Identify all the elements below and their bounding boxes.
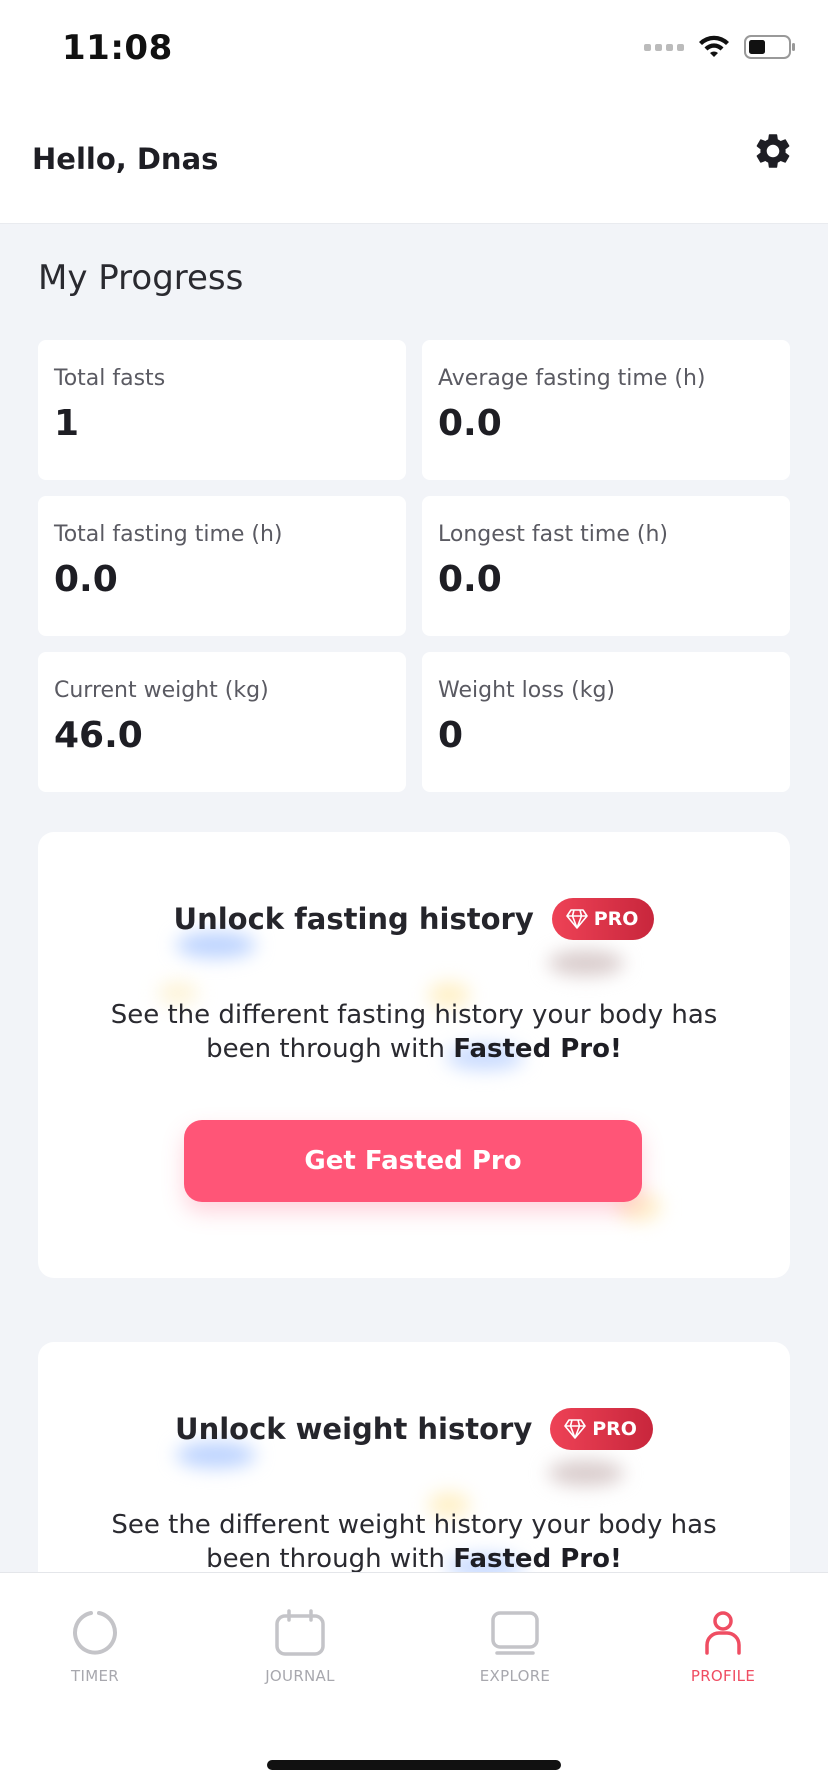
- stat-label: Longest fast time (h): [438, 522, 668, 547]
- stat-card-total-fasting-time: Total fasting time (h) 0.0: [38, 496, 406, 636]
- battery-icon: [744, 35, 795, 59]
- stat-card-current-weight: Current weight (kg) 46.0: [38, 652, 406, 792]
- pro-badge-label: PRO: [593, 908, 639, 930]
- cellular-signal-icon: [644, 43, 684, 51]
- tab-timer[interactable]: TIMER: [20, 1609, 170, 1685]
- tab-label: EXPLORE: [479, 1667, 551, 1685]
- explore-icon: [491, 1611, 539, 1655]
- diamond-icon: [564, 1419, 587, 1439]
- home-indicator: [267, 1760, 561, 1770]
- stat-value: 0: [438, 715, 464, 756]
- stat-value: 0.0: [438, 403, 502, 444]
- tab-bar: TIMER JOURNAL EXPLORE PROFILE: [0, 1572, 828, 1792]
- promo-description: See the different fasting history your b…: [78, 998, 750, 1066]
- status-bar: 11:08: [0, 0, 828, 100]
- promo-title-row: Unlock fasting history PRO: [38, 898, 790, 940]
- stat-card-average-fasting-time: Average fasting time (h) 0.0: [422, 340, 790, 480]
- blurred-preview-blob: [548, 950, 624, 976]
- stat-label: Current weight (kg): [54, 678, 269, 703]
- stat-card-total-fasts: Total fasts 1: [38, 340, 406, 480]
- promo-description: See the different weight history your bo…: [78, 1508, 750, 1572]
- status-time: 11:08: [62, 28, 173, 68]
- tab-journal[interactable]: JOURNAL: [225, 1609, 375, 1685]
- tab-profile[interactable]: PROFILE: [648, 1609, 798, 1685]
- tab-label: JOURNAL: [265, 1667, 335, 1685]
- stat-value: 0.0: [54, 559, 118, 600]
- stat-label: Weight loss (kg): [438, 678, 615, 703]
- stat-value: 1: [54, 403, 80, 444]
- status-icons: [644, 34, 796, 60]
- blurred-preview-blob: [548, 1460, 624, 1486]
- stat-card-weight-loss: Weight loss (kg) 0: [422, 652, 790, 792]
- calendar-icon: [275, 1609, 325, 1656]
- get-fasted-pro-button[interactable]: Get Fasted Pro: [184, 1120, 642, 1202]
- stats-grid: Total fasts 1 Average fasting time (h) 0…: [38, 340, 790, 792]
- section-title: My Progress: [38, 258, 244, 298]
- pro-badge-label: PRO: [592, 1418, 637, 1440]
- weight-history-promo-card: Unlock weight history PRO See the differ…: [38, 1342, 790, 1572]
- promo-description-highlight: Fasted Pro!: [453, 1544, 622, 1572]
- promo-description-highlight: Fasted Pro!: [453, 1034, 622, 1064]
- pro-badge: PRO: [550, 1408, 653, 1450]
- stat-card-longest-fast-time: Longest fast time (h) 0.0: [422, 496, 790, 636]
- greeting-title: Hello, Dnas: [32, 142, 219, 176]
- stat-label: Total fasts: [54, 366, 166, 391]
- profile-icon: [705, 1611, 741, 1655]
- promo-description-text: See the different weight history your bo…: [111, 1510, 717, 1572]
- diamond-icon: [565, 909, 588, 929]
- tab-label: TIMER: [71, 1667, 119, 1685]
- promo-title: Unlock weight history: [175, 1412, 533, 1446]
- pro-badge: PRO: [551, 898, 655, 940]
- promo-title-row: Unlock weight history PRO: [38, 1408, 790, 1450]
- tab-explore[interactable]: EXPLORE: [440, 1609, 590, 1685]
- timer-icon: [73, 1611, 117, 1655]
- stat-value: 46.0: [54, 715, 143, 756]
- wifi-icon: [699, 35, 729, 57]
- promo-description-text: See the different fasting history your b…: [110, 1000, 718, 1064]
- gear-icon: [756, 134, 790, 168]
- profile-content[interactable]: My Progress Total fasts 1 Average fastin…: [0, 224, 828, 1572]
- stat-value: 0.0: [438, 559, 502, 600]
- stat-label: Total fasting time (h): [54, 522, 283, 547]
- fasting-history-promo-card: Unlock fasting history PRO See the diffe…: [38, 832, 790, 1278]
- app-header: Hello, Dnas: [0, 100, 828, 224]
- stat-label: Average fasting time (h): [438, 366, 706, 391]
- tab-label: PROFILE: [690, 1667, 756, 1685]
- promo-title: Unlock fasting history: [173, 902, 534, 936]
- settings-button[interactable]: [750, 128, 796, 174]
